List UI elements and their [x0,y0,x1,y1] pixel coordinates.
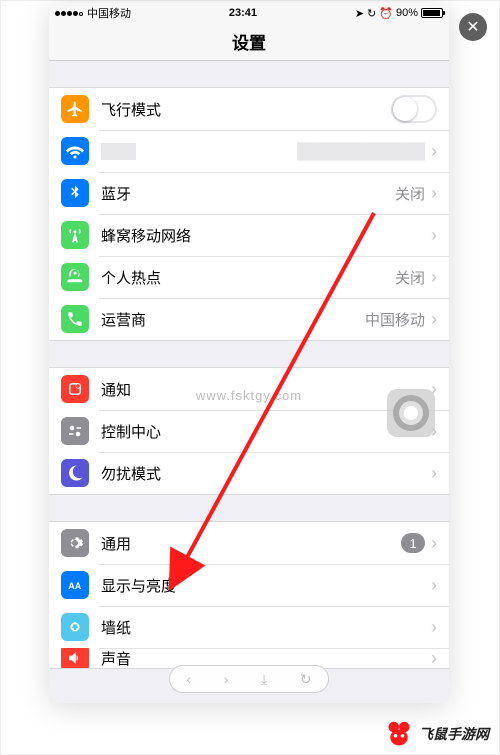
close-button[interactable]: ✕ [459,13,487,41]
row-label: 蓝牙 [101,183,395,204]
chevron-right-icon: › [431,183,437,204]
status-bar: 中国移动 23:41 ➤ ↻ ⏰ 90% [49,3,449,23]
signal-dots-icon [55,7,84,19]
row-value-blurred: ████████████ [297,143,425,160]
row-label: 勿扰模式 [101,463,431,484]
chevron-right-icon: › [431,463,437,484]
site-watermark: 飞鼠手游网 [385,720,489,748]
chevron-right-icon: › [431,648,437,668]
svg-text:AA: AA [68,581,81,591]
chevron-right-icon: › [431,309,437,330]
chevron-right-icon: › [431,267,437,288]
close-icon: ✕ [466,17,479,37]
row-carrier[interactable]: 运营商 中国移动 › [49,298,449,340]
phone-screenshot: 中国移动 23:41 ➤ ↻ ⏰ 90% 设置 飞行模式 [49,3,449,703]
settings-group-general: 通用 1 › AA 显示与亮度 › 墙纸 › 声音 › [49,521,449,669]
badge: 1 [401,533,425,553]
status-time: 23:41 [131,7,355,19]
row-wallpaper[interactable]: 墙纸 › [49,606,449,648]
article-frame: ✕ 中国移动 23:41 ➤ ↻ ⏰ 90% 设置 [0,0,500,755]
row-display[interactable]: AA 显示与亮度 › [49,564,449,606]
wallpaper-icon [61,613,89,641]
carrier-label: 中国移动 [87,5,131,21]
row-dnd[interactable]: 勿扰模式 › [49,452,449,494]
sound-icon [61,648,89,668]
page-title: 设置 [232,29,266,54]
chevron-right-icon: › [431,225,437,246]
image-viewer-toolbar[interactable]: ‹ › ⤓ ↻ [169,665,329,693]
location-icon: ➤ [355,7,364,20]
chevron-right-icon: › [431,617,437,638]
display-icon: AA [61,571,89,599]
bluetooth-icon [61,179,89,207]
chevron-right-icon: › [431,533,437,554]
watermark-url: www.fsktgy.com [196,388,302,403]
wifi-icon [61,137,89,165]
row-hotspot[interactable]: 个人热点 关闭 › [49,256,449,298]
notifications-icon [61,375,89,403]
phone-icon [61,305,89,333]
battery-icon [421,8,443,18]
nav-bar: 设置 [49,23,449,61]
rotate-icon[interactable]: ↻ [300,671,312,688]
row-value: 关闭 [395,183,425,204]
moon-icon [61,459,89,487]
row-cellular[interactable]: 蜂窝移动网络 › [49,214,449,256]
antenna-icon [61,221,89,249]
row-airplane[interactable]: 飞行模式 [49,88,449,130]
row-value: 关闭 [395,267,425,288]
chevron-right-icon: › [431,141,437,162]
control-center-icon [61,417,89,445]
airplane-toggle[interactable] [391,95,437,123]
alarm-icon: ⏰ [379,7,393,20]
download-icon[interactable]: ⤓ [261,671,267,688]
row-label: 通用 [101,533,401,554]
battery-pct: 90% [396,7,418,19]
row-bluetooth[interactable]: 蓝牙 关闭 › [49,172,449,214]
row-label: 墙纸 [101,617,431,638]
prev-icon[interactable]: ‹ [186,671,191,687]
next-icon[interactable]: › [224,671,229,687]
row-label: 运营商 [101,309,365,330]
lock-rotation-icon: ↻ [367,7,376,20]
row-label: 显示与亮度 [101,575,431,596]
settings-group-network: 飞行模式 Wi-Fi ████████████ › 蓝牙 关闭 › 蜂窝移动网络… [49,87,449,341]
airplane-icon [61,95,89,123]
assistive-touch-button[interactable] [387,389,435,437]
row-label: 蜂窝移动网络 [101,225,431,246]
chevron-right-icon: › [431,575,437,596]
row-value: 中国移动 [365,309,425,330]
hotspot-icon [61,263,89,291]
row-label: 飞行模式 [101,99,391,120]
row-general[interactable]: 通用 1 › [49,522,449,564]
row-label: 控制中心 [101,421,431,442]
mouse-logo-icon [385,720,413,748]
gear-icon [61,529,89,557]
row-label: Wi-Fi [101,143,297,160]
site-watermark-text: 飞鼠手游网 [419,724,489,744]
row-label: 个人热点 [101,267,395,288]
row-wifi[interactable]: Wi-Fi ████████████ › [49,130,449,172]
